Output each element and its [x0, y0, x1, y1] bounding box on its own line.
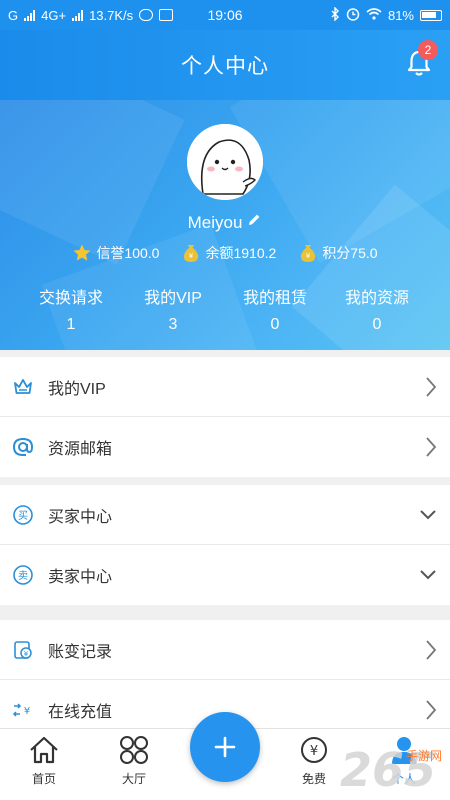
- status-left: G 4G+ 13.7K/s: [8, 7, 174, 23]
- counter-my-rentals[interactable]: 我的租赁 0: [224, 284, 326, 334]
- points-stat: ¥ 积分75.0: [298, 243, 378, 263]
- carrier-label: G: [8, 7, 19, 23]
- avatar-face-icon: [187, 124, 263, 200]
- counter-value: 0: [372, 316, 382, 333]
- page-title: 个人中心: [181, 55, 269, 78]
- pencil-icon: [249, 214, 260, 225]
- reputation-stat: 信誉100.0: [72, 243, 159, 263]
- notification-button[interactable]: 2: [406, 40, 438, 78]
- svg-text:¥: ¥: [24, 650, 29, 658]
- alarm-icon: [346, 7, 360, 24]
- menu-item-resource-mailbox[interactable]: 资源邮箱: [0, 417, 450, 477]
- chevron-right-icon: [426, 437, 437, 457]
- menu-label: 账变记录: [48, 643, 113, 661]
- nav-label: 免费: [301, 772, 326, 786]
- grid-icon: [120, 736, 148, 764]
- nav-label: 首页: [31, 772, 56, 786]
- money-bag-icon: ¥: [184, 245, 199, 262]
- signal-icon: [24, 9, 36, 21]
- battery-icon: [420, 9, 442, 21]
- counter-value: 0: [270, 316, 280, 333]
- menu-item-my-vip[interactable]: 我的VIP: [0, 357, 450, 417]
- chevron-right-icon: [426, 376, 437, 397]
- app-header: 个人中心 2: [0, 30, 450, 100]
- menu-group-trade: 买 买家中心 卖 卖家中心: [0, 485, 450, 605]
- ledger-icon: ¥: [12, 639, 34, 661]
- add-button[interactable]: [190, 712, 260, 782]
- svg-text:¥: ¥: [310, 744, 318, 759]
- menu-label: 买家中心: [48, 508, 113, 526]
- chevron-right-icon: [426, 639, 437, 660]
- home-icon: [30, 736, 58, 764]
- points-label: 积分75.0: [322, 245, 378, 261]
- sell-icon: 卖: [12, 564, 34, 586]
- counter-my-vip[interactable]: 我的VIP 3: [122, 284, 224, 334]
- svg-text:买: 买: [18, 510, 28, 522]
- username-row: Meiyou: [0, 212, 450, 233]
- watermark-logo: 265 手游网: [336, 738, 446, 797]
- menu-item-account-records[interactable]: ¥ 账变记录: [0, 620, 450, 680]
- wifi-icon: [366, 7, 382, 23]
- svg-text:¥: ¥: [306, 252, 311, 260]
- buy-icon: 买: [12, 504, 34, 526]
- status-time: 19:06: [207, 7, 243, 23]
- crown-icon: [12, 376, 34, 398]
- bluetooth-icon: [330, 5, 340, 24]
- counter-exchange-requests[interactable]: 交换请求 1: [20, 284, 122, 334]
- counter-value: 1: [66, 316, 76, 333]
- free-icon: ¥: [301, 737, 327, 763]
- nav-item-home[interactable]: 首页: [14, 735, 74, 787]
- balance-label: 余额1910.2: [205, 245, 277, 261]
- avatar[interactable]: [187, 124, 263, 200]
- status-bar: G 4G+ 13.7K/s 19:06 81%: [0, 0, 450, 30]
- wechat-icon: [139, 9, 154, 21]
- menu-group-vip: 我的VIP 资源邮箱: [0, 357, 450, 477]
- menu-item-seller-center[interactable]: 卖 卖家中心: [0, 545, 450, 605]
- banner-decoration: [0, 100, 185, 265]
- money-bag-icon: ¥: [301, 245, 316, 262]
- menu-label: 卖家中心: [48, 569, 113, 586]
- profile-banner: Meiyou 信誉100.0 ¥ 余额1910.2 ¥ 积分75.0 交换请求 …: [0, 100, 450, 350]
- nav-label: 大厅: [121, 772, 146, 786]
- nav-item-lobby[interactable]: 大厅: [104, 735, 164, 787]
- network-speed: 13.7K/s: [89, 7, 134, 23]
- counter-label: 我的租赁: [242, 290, 307, 307]
- chevron-right-icon: [426, 700, 437, 720]
- nav-item-free[interactable]: ¥ 免费: [284, 735, 344, 787]
- menu-label: 资源邮箱: [48, 441, 113, 458]
- counter-label: 我的资源: [344, 290, 409, 307]
- username: Meiyou: [187, 212, 243, 232]
- menu-label: 我的VIP: [48, 380, 106, 398]
- counters-row: 交换请求 1 我的VIP 3 我的租赁 0 我的资源 0: [0, 284, 450, 334]
- counter-value: 3: [168, 316, 178, 333]
- svg-text:手游网: 手游网: [406, 749, 442, 763]
- at-icon: [12, 436, 34, 458]
- status-right: 81%: [330, 5, 442, 24]
- menu-item-buyer-center[interactable]: 买 买家中心: [0, 485, 450, 545]
- balance-stat: ¥ 余额1910.2: [181, 243, 276, 263]
- plus-icon: [214, 736, 236, 758]
- send-icon: [159, 9, 174, 21]
- counter-my-resources[interactable]: 我的资源 0: [326, 284, 428, 334]
- battery-percent: 81%: [387, 7, 414, 23]
- recharge-icon: ¥: [12, 699, 34, 721]
- svg-text:¥: ¥: [189, 252, 194, 260]
- reputation-label: 信誉100.0: [96, 245, 160, 261]
- chevron-down-icon: [420, 570, 436, 580]
- svg-text:¥: ¥: [24, 706, 30, 717]
- svg-text:卖: 卖: [18, 570, 28, 582]
- chevron-down-icon: [420, 509, 436, 519]
- network-label: 4G+: [41, 7, 67, 23]
- menu-label: 在线充值: [48, 704, 113, 721]
- notification-badge: 2: [418, 40, 438, 60]
- signal-icon-2: [72, 9, 84, 21]
- stats-row: 信誉100.0 ¥ 余额1910.2 ¥ 积分75.0: [0, 243, 450, 263]
- counter-label: 我的VIP: [144, 290, 202, 307]
- star-icon: [73, 244, 91, 261]
- edit-name-button[interactable]: [246, 212, 262, 233]
- counter-label: 交换请求: [38, 290, 103, 307]
